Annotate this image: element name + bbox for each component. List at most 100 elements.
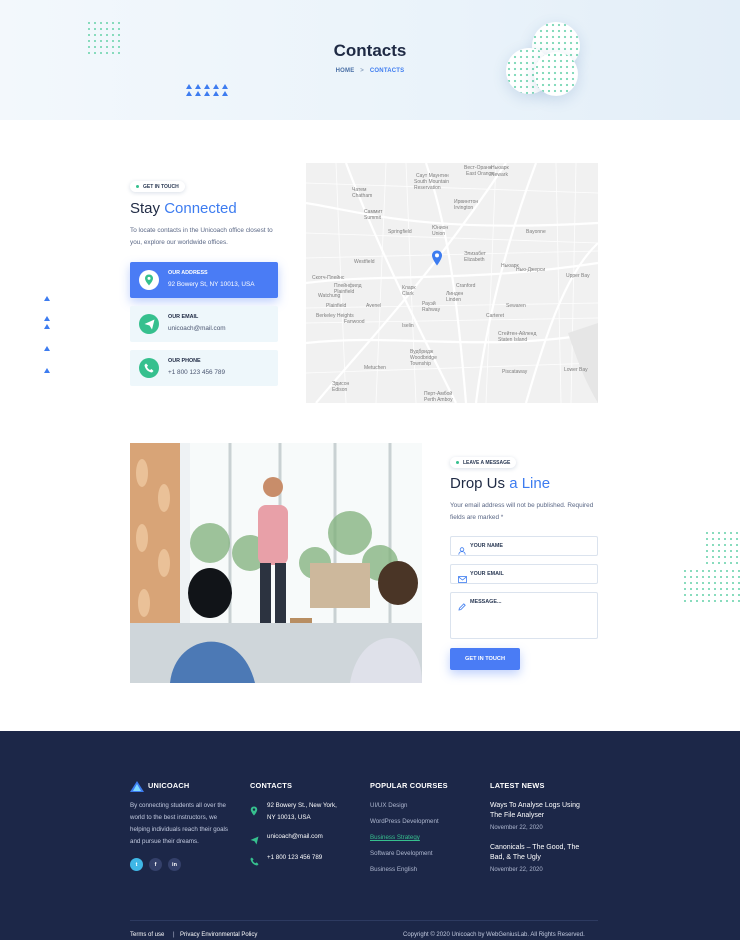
copyright-text: Copyright © 2020 Unicoach by WebGeniusLa… <box>403 932 585 938</box>
map-place-label: Bayonne <box>526 229 546 235</box>
map-place-label: Edison <box>332 387 348 393</box>
footer-email-link[interactable]: unicoach@mail.com <box>267 831 323 843</box>
map-place-label: Fanwood <box>344 319 365 325</box>
breadcrumb: HOME > CONTACTS <box>0 68 740 74</box>
page-hero: Contacts HOME > CONTACTS <box>0 0 740 120</box>
meeting-photo <box>130 443 422 683</box>
footer-courses-heading: POPULAR COURSES <box>370 781 448 790</box>
note-line: Your email address will not be published… <box>450 502 594 509</box>
map-place-label: Metuchen <box>364 365 386 371</box>
footer-address: 92 Bowery St., New York, NY 10013, USA <box>267 800 337 824</box>
terms-link[interactable]: Terms of use <box>130 932 164 938</box>
form-note: Your email address will not be published… <box>450 500 593 524</box>
decor-dot-pattern-right <box>682 568 740 602</box>
section-badge-label: GET IN TOUCH <box>143 183 179 190</box>
phone-icon <box>139 358 159 378</box>
section-badge: GET IN TOUCH <box>130 181 185 192</box>
office-map[interactable]: Вест-Оранж East Orange Ньюарк Newark Ирвингт… <box>306 163 598 403</box>
section-lead: To locate contacts in the Unicoach offic… <box>130 225 273 249</box>
map-place-label: Carteret <box>486 313 505 319</box>
section-badge-label: LEAVE A MESSAGE <box>463 459 511 466</box>
news-title-link[interactable]: Ways To Analyse Logs Using The File Anal… <box>490 801 580 821</box>
address-line: 92 Bowery St., New York, <box>267 802 337 809</box>
map-place-label: Plainfield <box>326 303 347 309</box>
course-link[interactable]: Business Strategy <box>370 834 420 841</box>
section-badge: LEAVE A MESSAGE <box>450 457 517 468</box>
note-line: fields are marked * <box>450 514 504 521</box>
card-title: OUR EMAIL <box>168 314 199 320</box>
footer-contacts-heading: CONTACTS <box>250 781 293 790</box>
brand-logo-icon <box>130 779 144 797</box>
footer-news-heading: LATEST NEWS <box>490 781 545 790</box>
map-pin-icon[interactable] <box>431 250 443 271</box>
course-link[interactable]: Business English <box>370 866 417 873</box>
map-place-label: Watchung <box>318 293 341 299</box>
form-heading: Drop Us a Line <box>450 475 550 492</box>
message-textarea[interactable]: MESSAGE... <box>450 592 598 639</box>
map-place-label: Avenel <box>366 303 382 309</box>
legal-separator: | <box>173 932 175 938</box>
paper-plane-icon <box>139 314 159 334</box>
about-line: world to the best instructors, we <box>130 814 218 821</box>
badge-dot-icon <box>456 461 459 464</box>
paper-plane-icon <box>250 832 259 850</box>
privacy-link[interactable]: Privacy Environmental Policy <box>180 932 257 938</box>
email-card[interactable]: OUR EMAIL unicoach@mail.com <box>130 306 278 342</box>
heading-plain: Stay <box>130 200 161 217</box>
map-place-label: Union <box>432 231 446 237</box>
location-pin-icon <box>250 803 258 821</box>
map-place-label: Westfield <box>354 259 375 265</box>
map-place-label: Нью-Джерси <box>516 267 546 273</box>
map-place-label: Linden <box>446 297 462 303</box>
map-place-label: Piscataway <box>502 369 528 375</box>
about-line: helping individuals reach their goals <box>130 826 229 833</box>
decor-triangles <box>186 84 228 96</box>
footer-phone-link[interactable]: +1 800 123 456 789 <box>267 852 322 864</box>
map-place-label: Perth Amboy <box>424 397 453 403</box>
course-link[interactable]: UI/UX Design <box>370 802 407 809</box>
map-place-label: Rahway <box>422 307 441 313</box>
map-place-label: Newark <box>491 172 508 178</box>
address-line: NY 10013, USA <box>267 814 311 821</box>
brand-about: By connecting students all over the worl… <box>130 800 228 848</box>
news-title-line: Canonicals – The Good, The <box>490 844 580 851</box>
get-in-touch-button[interactable]: GET IN TOUCH <box>450 648 520 670</box>
news-title-link[interactable]: Canonicals – The Good, The Bad, & The Ug… <box>490 843 579 863</box>
map-place-label: Irvington <box>454 205 474 211</box>
decor-side-triangles <box>44 296 52 378</box>
decor-dot-pattern-right <box>704 530 740 566</box>
envelope-icon <box>458 570 467 588</box>
location-pin-icon <box>139 270 159 290</box>
linkedin-icon[interactable]: in <box>168 858 181 871</box>
breadcrumb-current: CONTACTS <box>369 68 405 74</box>
phone-card[interactable]: OUR PHONE +1 800 123 456 789 <box>130 350 278 386</box>
map-place-label: Township <box>410 361 431 367</box>
map-place-label: Elizabeth <box>464 257 485 263</box>
course-link[interactable]: Software Development <box>370 850 433 857</box>
address-card[interactable]: OUR ADDRESS 92 Bowery St, NY 10013, USA <box>130 262 278 298</box>
map-place-label: Upper Bay <box>566 273 590 279</box>
breadcrumb-home-link[interactable]: HOME <box>336 68 355 74</box>
map-place-label: Chatham <box>352 193 373 199</box>
map-place-label: Cranford <box>456 283 476 289</box>
about-line: By connecting students all over the <box>130 802 226 809</box>
facebook-icon[interactable]: f <box>149 858 162 871</box>
map-place-label: Iselin <box>402 323 414 329</box>
badge-dot-icon <box>136 185 139 188</box>
news-title-line: Ways To Analyse Logs Using <box>490 802 580 809</box>
map-place-label: Ньюарк <box>491 165 509 171</box>
brand-name[interactable]: UNICOACH <box>148 781 189 790</box>
card-value: +1 800 123 456 789 <box>168 369 226 376</box>
twitter-icon[interactable]: t <box>130 858 143 871</box>
heading-plain: Drop Us <box>450 475 506 492</box>
section-heading: Stay Connected <box>130 200 237 217</box>
course-link[interactable]: WordPress Development <box>370 818 439 825</box>
map-place-label: Reservation <box>414 185 441 191</box>
map-place-label: Summit <box>364 215 381 221</box>
name-field[interactable]: YOUR NAME <box>450 536 598 556</box>
page-title: Contacts <box>333 41 407 60</box>
heading-accent: a Line <box>509 475 551 492</box>
footer-divider <box>130 920 598 921</box>
email-field[interactable]: YOUR EMAIL <box>450 564 598 584</box>
email-placeholder: YOUR EMAIL <box>470 571 504 577</box>
